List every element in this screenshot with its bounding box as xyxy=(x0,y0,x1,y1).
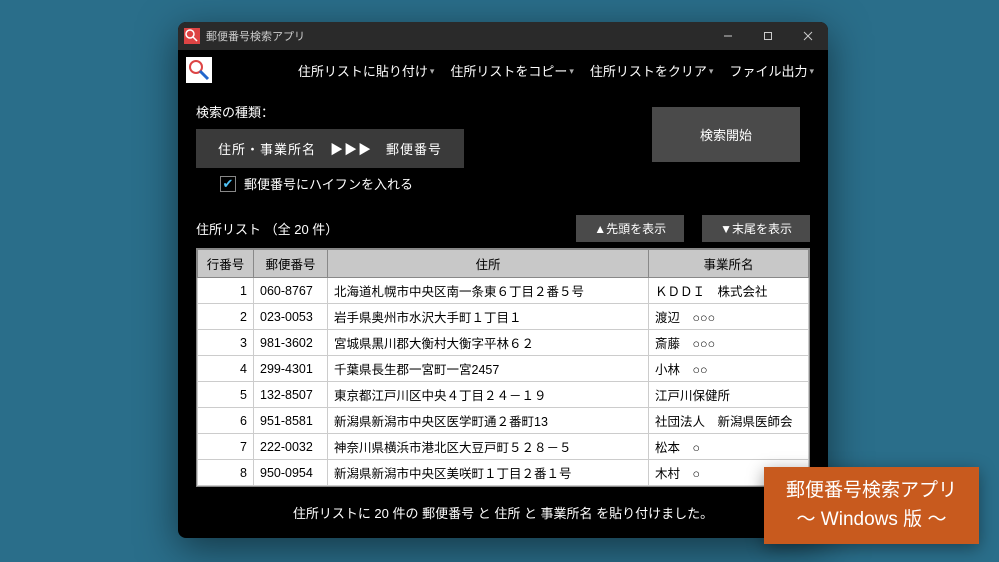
scroll-top-button[interactable]: ▲先頭を表示 xyxy=(576,215,684,242)
chevron-down-icon: ▾ xyxy=(430,66,435,77)
cell-zip: 981-3602 xyxy=(254,330,328,356)
table-row[interactable]: 2023-0053岩手県奥州市水沢大手町１丁目１渡辺 ○○○ xyxy=(198,304,809,330)
cell-row: 8 xyxy=(198,460,254,486)
cell-address: 新潟県新潟市中央区美咲町１丁目２番１号 xyxy=(328,460,649,486)
cell-row: 6 xyxy=(198,408,254,434)
maximize-button[interactable] xyxy=(748,22,788,50)
cell-zip: 951-8581 xyxy=(254,408,328,434)
cell-row: 7 xyxy=(198,434,254,460)
cell-row: 5 xyxy=(198,382,254,408)
cell-office: 小林 ○○ xyxy=(649,356,809,382)
col-zip[interactable]: 郵便番号 xyxy=(254,250,328,278)
table-row[interactable]: 8950-0954新潟県新潟市中央区美咲町１丁目２番１号木村 ○ xyxy=(198,460,809,486)
cell-address: 北海道札幌市中央区南一条東６丁目２番５号 xyxy=(328,278,649,304)
chevron-down-icon: ▾ xyxy=(709,66,714,77)
content-area: 検索の種類： 住所・事業所名 ▶▶▶ 郵便番号 ✔ 郵便番号にハイフンを入れる … xyxy=(178,90,828,538)
search-start-button[interactable]: 検索開始 xyxy=(652,107,800,162)
chevron-down-icon: ▾ xyxy=(569,66,574,77)
table-row[interactable]: 5132-8507東京都江戸川区中央４丁目２４－１９江戸川保健所 xyxy=(198,382,809,408)
cell-zip: 222-0032 xyxy=(254,434,328,460)
cell-office: 江戸川保健所 xyxy=(649,382,809,408)
menu-clear-label: 住所リストをクリア xyxy=(590,61,707,80)
cell-office: 渡辺 ○○○ xyxy=(649,304,809,330)
col-office[interactable]: 事業所名 xyxy=(649,250,809,278)
cell-zip: 060-8767 xyxy=(254,278,328,304)
cell-zip: 299-4301 xyxy=(254,356,328,382)
col-address[interactable]: 住所 xyxy=(328,250,649,278)
cell-address: 東京都江戸川区中央４丁目２４－１９ xyxy=(328,382,649,408)
cell-office: 松本 ○ xyxy=(649,434,809,460)
window-title: 郵便番号検索アプリ xyxy=(206,28,305,44)
cell-address: 新潟県新潟市中央区医学町通２番町13 xyxy=(328,408,649,434)
table-row[interactable]: 7222-0032神奈川県横浜市港北区大豆戸町５２８－５松本 ○ xyxy=(198,434,809,460)
cell-row: 3 xyxy=(198,330,254,356)
table-row[interactable]: 6951-8581新潟県新潟市中央区医学町通２番町13社団法人 新潟県医師会 xyxy=(198,408,809,434)
scroll-bottom-button[interactable]: ▼末尾を表示 xyxy=(702,215,810,242)
menu-export-label: ファイル出力 xyxy=(729,61,807,80)
cell-zip: 023-0053 xyxy=(254,304,328,330)
cell-row: 4 xyxy=(198,356,254,382)
banner-line1: 郵便番号検索アプリ xyxy=(786,477,957,506)
menu-copy-label: 住所リストをコピー xyxy=(450,61,567,80)
cell-row: 1 xyxy=(198,278,254,304)
menu-paste[interactable]: 住所リストに貼り付け ▾ xyxy=(292,57,441,84)
cell-address: 岩手県奥州市水沢大手町１丁目１ xyxy=(328,304,649,330)
app-icon-small xyxy=(184,28,200,44)
status-message: 住所リストに 20 件の 郵便番号 と 住所 と 事業所名 を貼り付けました。 xyxy=(196,489,810,528)
cell-address: 宮城県黒川郡大衡村大衡字平林６２ xyxy=(328,330,649,356)
table-row[interactable]: 3981-3602宮城県黒川郡大衡村大衡字平林６２斎藤 ○○○ xyxy=(198,330,809,356)
col-row[interactable]: 行番号 xyxy=(198,250,254,278)
cell-address: 千葉県長生郡一宮町一宮2457 xyxy=(328,356,649,382)
chevron-down-icon: ▾ xyxy=(809,66,814,77)
app-window: 郵便番号検索アプリ 住所リストに貼り付け ▾ 住所リストをコピー ▾ 住所リスト… xyxy=(178,22,828,538)
toolbar: 住所リストに貼り付け ▾ 住所リストをコピー ▾ 住所リストをクリア ▾ ファイ… xyxy=(178,50,828,90)
cell-office: 斎藤 ○○○ xyxy=(649,330,809,356)
app-icon xyxy=(186,57,212,83)
menu-clear[interactable]: 住所リストをクリア ▾ xyxy=(584,57,720,84)
table-row[interactable]: 1060-8767北海道札幌市中央区南一条東６丁目２番５号ＫＤＤＩ 株式会社 xyxy=(198,278,809,304)
minimize-button[interactable] xyxy=(708,22,748,50)
menu-copy[interactable]: 住所リストをコピー ▾ xyxy=(444,57,580,84)
titlebar[interactable]: 郵便番号検索アプリ xyxy=(178,22,828,50)
cell-address: 神奈川県横浜市港北区大豆戸町５２８－５ xyxy=(328,434,649,460)
menu-export[interactable]: ファイル出力 ▾ xyxy=(723,57,820,84)
cell-office: 社団法人 新潟県医師会 xyxy=(649,408,809,434)
hyphen-checkbox-label: 郵便番号にハイフンを入れる xyxy=(244,174,413,193)
promo-banner: 郵便番号検索アプリ ～ Windows 版 ～ xyxy=(764,467,979,544)
hyphen-checkbox[interactable]: ✔ xyxy=(220,176,236,192)
menu-paste-label: 住所リストに貼り付け xyxy=(298,61,428,80)
table-row[interactable]: 4299-4301千葉県長生郡一宮町一宮2457小林 ○○ xyxy=(198,356,809,382)
cell-zip: 132-8507 xyxy=(254,382,328,408)
cell-office: ＫＤＤＩ 株式会社 xyxy=(649,278,809,304)
banner-line2: ～ Windows 版 ～ xyxy=(786,506,957,535)
list-title: 住所リスト （全 20 件） xyxy=(196,219,338,238)
cell-row: 2 xyxy=(198,304,254,330)
close-button[interactable] xyxy=(788,22,828,50)
address-table: 行番号 郵便番号 住所 事業所名 1060-8767北海道札幌市中央区南一条東６… xyxy=(196,248,810,487)
cell-zip: 950-0954 xyxy=(254,460,328,486)
search-type-button[interactable]: 住所・事業所名 ▶▶▶ 郵便番号 xyxy=(196,129,464,168)
